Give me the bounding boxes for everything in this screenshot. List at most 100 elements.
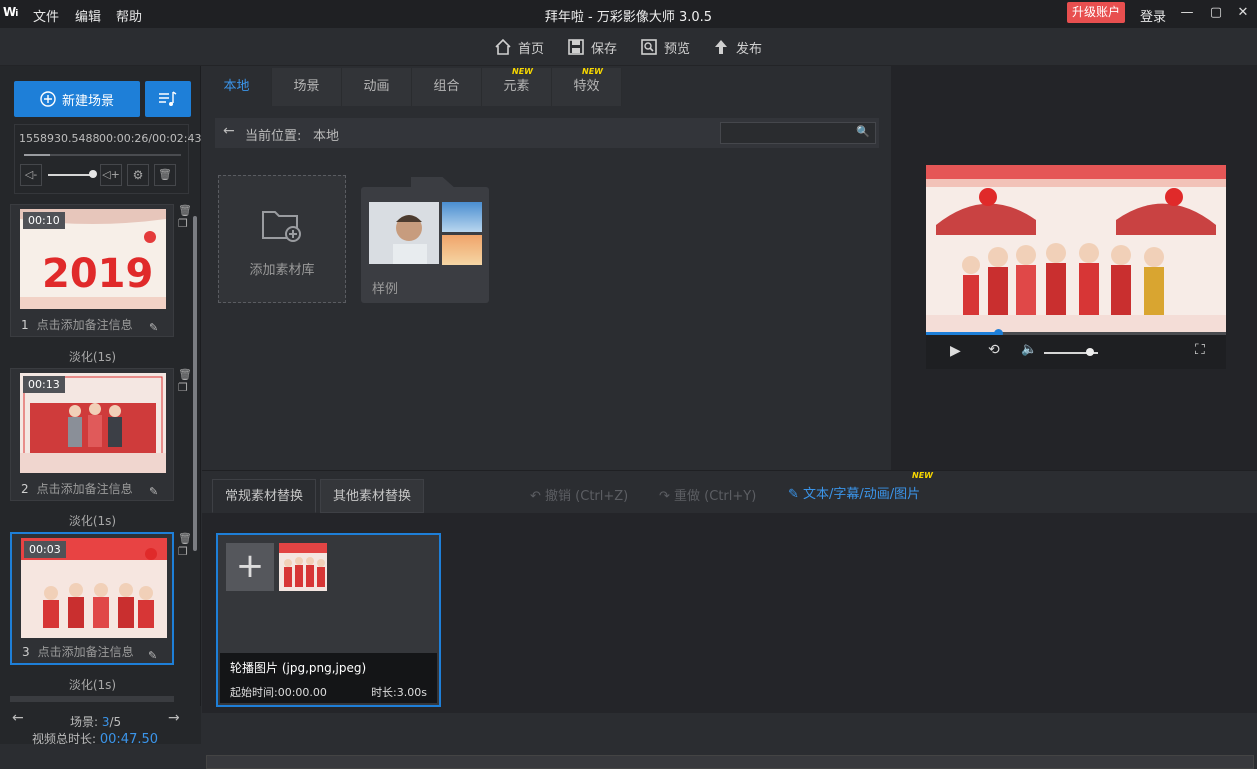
- video-controls: ▶ ⟲ 🔈 ⛶: [926, 335, 1226, 369]
- music-button[interactable]: [145, 81, 191, 117]
- search-input[interactable]: 🔍: [720, 122, 876, 144]
- search-icon[interactable]: 🔍: [856, 125, 870, 138]
- tab-element[interactable]: 元素 NEW: [482, 67, 552, 106]
- carousel-image-thumb[interactable]: [279, 543, 327, 591]
- publish-button[interactable]: 发布: [712, 36, 762, 58]
- redo-button[interactable]: ↷ 重做 (Ctrl+Y): [659, 485, 756, 504]
- new-badge: NEW: [912, 471, 933, 480]
- add-library-label: 添加素材库: [249, 263, 315, 278]
- tab-effect[interactable]: 特效 NEW: [552, 67, 622, 106]
- scene-card-3[interactable]: 00:03 3 点击添加备注信息 ✎: [10, 532, 174, 665]
- scene-thumbnail-1: 00:10 2019: [20, 209, 166, 309]
- tab-regular-replace[interactable]: 常规素材替换: [212, 479, 317, 513]
- total-duration: 视频总时长: 00:47.50: [32, 732, 159, 747]
- delete-scene-icon[interactable]: 🗑: [178, 204, 192, 217]
- delete-scene-icon[interactable]: 🗑: [178, 532, 192, 545]
- audio-progress-fill: [24, 154, 50, 156]
- fullscreen-icon[interactable]: ⛶: [1195, 342, 1205, 358]
- sample-folder[interactable]: 样例: [361, 177, 489, 303]
- add-circle-icon: [40, 91, 56, 107]
- close-icon[interactable]: ✕: [1234, 4, 1252, 22]
- new-badge: NEW: [582, 67, 603, 76]
- folder-tab: [411, 177, 456, 189]
- tab-animation[interactable]: 动画: [342, 68, 412, 106]
- save-button[interactable]: 保存: [567, 36, 617, 58]
- transition-label-1[interactable]: 淡化(1s): [0, 348, 185, 365]
- add-library-button[interactable]: 添加素材库: [218, 175, 346, 303]
- next-scene-icon[interactable]: →: [168, 710, 180, 726]
- scene-actions-2: 🗑 ❐: [178, 368, 192, 394]
- preview-volume-handle[interactable]: [1085, 348, 1094, 356]
- back-arrow-icon[interactable]: ←: [223, 123, 235, 139]
- carousel-duration: 时长:3.00s: [371, 686, 427, 699]
- scene-actions-3: 🗑 ❐: [178, 532, 192, 558]
- edit-note-icon[interactable]: ✎: [148, 649, 157, 662]
- replace-panel: 常规素材替换 其他素材替换 ↶ 撤销 (Ctrl+Z) ↷ 重做 (Ctrl+Y…: [202, 470, 1257, 769]
- title-bar: Wi 文件 编辑 帮助 拜年啦 - 万彩影像大师 3.0.5 升级账户 登录 —…: [0, 0, 1257, 28]
- video-canvas[interactable]: [926, 165, 1226, 335]
- scene-note-1[interactable]: 1 点击添加备注信息: [21, 316, 167, 333]
- audio-progress-track[interactable]: [24, 154, 181, 156]
- new-badge: NEW: [512, 67, 533, 76]
- path-value[interactable]: 本地: [313, 125, 339, 144]
- home-button[interactable]: 首页: [494, 36, 544, 58]
- copy-scene-icon[interactable]: ❐: [178, 217, 190, 230]
- tab-combo[interactable]: 组合: [412, 68, 482, 106]
- transition-label-2[interactable]: 淡化(1s): [0, 512, 185, 529]
- tab-other-replace[interactable]: 其他素材替换: [320, 479, 425, 513]
- scene-footer: ← → 场景: 3/5 视频总时长: 00:47.50: [0, 706, 201, 747]
- folder-label: 样例: [372, 282, 399, 297]
- horizontal-scrollbar[interactable]: [206, 755, 1254, 769]
- transition-label-3[interactable]: 淡化(1s): [0, 676, 185, 693]
- volume-slider[interactable]: [48, 174, 94, 176]
- preview-image-new-year: [926, 165, 1226, 335]
- scene-card-2[interactable]: 00:13 2 点击添加备注信息 ✎: [10, 368, 174, 501]
- play-icon[interactable]: ▶: [950, 343, 961, 359]
- preview-button[interactable]: 预览: [640, 36, 690, 58]
- text-subtitle-link[interactable]: ✎ 文本/字幕/动画/图片: [788, 483, 920, 502]
- volume-icon[interactable]: 🔈: [1021, 342, 1037, 357]
- undo-button[interactable]: ↶ 撤销 (Ctrl+Z): [530, 485, 628, 504]
- prev-scene-icon[interactable]: ←: [12, 710, 24, 726]
- scene-thumbnail-2: 00:13: [20, 373, 166, 473]
- edit-note-icon[interactable]: ✎: [149, 321, 158, 334]
- new-scene-label: 新建场景: [61, 93, 114, 109]
- volume-down-icon[interactable]: ◁-: [20, 164, 42, 186]
- settings-icon[interactable]: ⚙: [127, 164, 149, 186]
- tab-scene[interactable]: 场景: [272, 68, 342, 106]
- scene-duration: 00:10: [23, 212, 65, 229]
- scene-panel: 新建场景 1558930.5488 00:00:26/00:02:43 ◁- ◁…: [0, 66, 202, 747]
- carousel-start-time: 起始时间:00:00.00: [230, 686, 327, 699]
- music-list-icon: [159, 91, 177, 106]
- new-scene-button[interactable]: 新建场景: [14, 81, 140, 117]
- carousel-title: 轮播图片 (jpg,png,jpeg): [230, 661, 367, 675]
- replay-icon[interactable]: ⟲: [988, 342, 1000, 358]
- copy-scene-icon[interactable]: ❐: [178, 545, 190, 558]
- scene-counter: 场景: 3/5: [70, 715, 122, 729]
- delete-audio-icon[interactable]: 🗑: [154, 164, 176, 186]
- volume-up-icon[interactable]: ◁+: [100, 164, 122, 186]
- minimize-icon[interactable]: —: [1178, 4, 1196, 22]
- volume-slider-handle[interactable]: [89, 170, 97, 178]
- delete-scene-icon[interactable]: 🗑: [178, 368, 192, 381]
- edit-note-icon[interactable]: ✎: [149, 485, 158, 498]
- folder-preview-portrait: [369, 202, 439, 264]
- home-icon: [495, 38, 511, 55]
- login-button[interactable]: 登录: [1140, 6, 1166, 25]
- scene-note-2[interactable]: 2 点击添加备注信息: [21, 480, 167, 497]
- preview-label: 预览: [664, 41, 691, 57]
- publish-icon: [715, 40, 727, 54]
- scene-card-4-partial[interactable]: [10, 696, 174, 702]
- copy-scene-icon[interactable]: ❐: [178, 381, 190, 394]
- tab-local[interactable]: 本地: [202, 68, 272, 106]
- upgrade-button[interactable]: 升级账户: [1067, 2, 1125, 23]
- scene-note-3[interactable]: 3 点击添加备注信息: [22, 643, 168, 660]
- carousel-card[interactable]: + 轮播图片 (jpg,png,jpeg) 起始时间:00:00.00 时长:3…: [216, 533, 441, 707]
- maximize-icon[interactable]: ▢: [1207, 4, 1225, 22]
- scene-actions-1: 🗑 ❐: [178, 204, 192, 230]
- path-label: 当前位置:: [245, 129, 302, 144]
- add-image-button[interactable]: +: [226, 543, 274, 591]
- scene-card-1[interactable]: 00:10 2019 1 点击添加备注信息 ✎: [10, 204, 174, 337]
- preview-panel: ▶ ⟲ 🔈 ⛶: [891, 66, 1257, 470]
- scene-list-scrollbar[interactable]: [193, 216, 197, 551]
